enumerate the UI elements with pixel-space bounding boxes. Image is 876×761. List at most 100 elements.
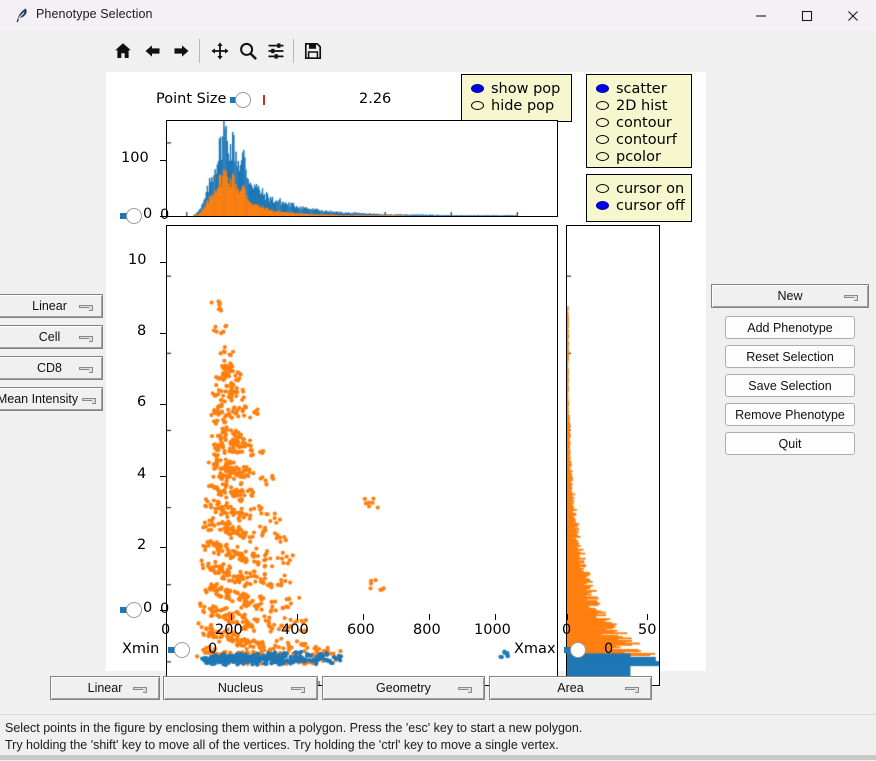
cursor-radio[interactable]: cursor on cursor off [586,174,692,222]
radio-show-pop[interactable]: show pop [462,80,571,97]
radio-label: contourf [616,131,677,148]
radio-label: pcolor [616,148,661,165]
point-size-reset-marker [263,95,265,105]
status-line-1: Select points in the figure by enclosing… [5,721,583,735]
pan-move-icon[interactable] [205,36,235,66]
radio-dot-selected [471,84,484,93]
xtick-400: 400 [281,622,309,638]
feather-icon [14,7,30,24]
top-marginal-histogram[interactable] [166,120,558,217]
xtickmark-1000 [495,614,497,620]
main-ymin-slider[interactable]: 0 [120,601,169,618]
population-visibility-radio[interactable]: show pop hide pop [461,74,572,122]
ytickmark-4 [160,476,166,478]
marker-menu[interactable]: CD8 [0,356,103,380]
compartment-menu[interactable]: Cell [0,325,103,349]
radio-dot [596,184,609,193]
toolbar-separator-1 [199,39,200,63]
xmax-value: 0 [604,641,614,657]
forward-arrow-icon[interactable] [166,36,196,66]
plot-type-radio[interactable]: scatter 2D hist contour contourf pcolor [586,74,692,168]
save-selection-button[interactable]: Save Selection [725,374,855,397]
top-hist-ytick-100: 100 [121,150,149,166]
radio-cursor-on[interactable]: cursor on [587,180,691,197]
radio-dot [596,118,609,127]
point-size-value: 2.26 [359,91,392,107]
application-window: Phenotype Selection Point Size 2.26 show… [0,0,876,761]
right-hist-xtick-50: 50 [638,622,657,638]
configure-subplots-icon[interactable] [261,36,291,66]
dropdown-indicator-icon [625,684,639,693]
back-arrow-icon[interactable] [138,36,168,66]
xmin-slider[interactable]: Xmin 0 [122,641,217,658]
point-size-knob[interactable] [235,92,251,108]
radio-label: show pop [491,80,561,97]
xtick-0: 0 [161,622,171,638]
slider-knob[interactable] [126,602,142,618]
ytickmark-8 [160,333,166,335]
radio-cursor-off[interactable]: cursor off [587,197,691,214]
close-button[interactable] [830,0,876,31]
xmin-value: 0 [208,641,218,657]
main-scatter-axes[interactable] [166,225,558,686]
measure-menu[interactable]: Mean Intensity [0,387,103,411]
slider-knob[interactable] [570,642,586,658]
radio-dot [596,135,609,144]
zoom-magnifier-icon[interactable] [233,36,263,66]
phenotype-select-menu[interactable]: New [711,284,869,308]
dropdown-indicator-icon [79,364,93,373]
xtick-200: 200 [215,622,243,638]
ytick-8: 8 [137,323,147,339]
matplotlib-figure[interactable]: Point Size 2.26 show pop hide pop scatte… [106,72,706,686]
right-histogram-canvas [567,226,659,685]
slider-knob[interactable] [126,208,142,224]
radio-hide-pop[interactable]: hide pop [462,97,571,114]
maximize-button[interactable] [784,0,830,31]
right-marginal-histogram[interactable] [566,225,660,686]
xtickmark-0 [166,614,168,620]
save-floppy-icon[interactable] [298,36,328,66]
reset-selection-button[interactable]: Reset Selection [725,345,855,368]
title-bar: Phenotype Selection [0,0,876,32]
slider-value: 0 [160,601,170,617]
radio-label: cursor on [616,180,685,197]
remove-phenotype-button[interactable]: Remove Phenotype [725,403,855,426]
matplotlib-toolbar: x=386. y=11.00 [0,31,876,91]
slider-value: 0 [160,207,170,223]
top-histogram-canvas [167,121,557,216]
radio-label: cursor off [616,197,685,214]
xtickmark-800 [429,614,431,620]
measure-menu-label: Mean Intensity [0,392,79,406]
xtickmark-400 [297,614,299,620]
radio-contour[interactable]: contour [587,114,691,131]
top-hist-ymin-slider[interactable]: 0 [120,207,169,224]
point-size-slider[interactable]: Point Size 2.26 [156,91,391,108]
radio-scatter[interactable]: scatter [587,80,691,97]
toolbar-separator-2 [293,39,294,63]
minimize-button[interactable] [738,0,784,31]
slider-knob[interactable] [174,642,190,658]
measure-menu-x[interactable]: Area [489,676,652,700]
quit-button[interactable]: Quit [725,432,855,455]
add-phenotype-button[interactable]: Add Phenotype [725,316,855,339]
window-bottom-edge [0,755,876,760]
dropdown-indicator-icon [79,333,93,342]
xmax-slider[interactable]: Xmax 0 [514,641,613,658]
radio-pcolor[interactable]: pcolor [587,148,691,165]
radio-dot [471,101,484,110]
scale-menu[interactable]: Linear [0,294,103,318]
radio-2d-hist[interactable]: 2D hist [587,97,691,114]
radio-contourf[interactable]: contourf [587,131,691,148]
dropdown-indicator-icon [133,684,147,693]
ytick-2: 2 [137,537,147,553]
xtickmark-200 [231,614,233,620]
compartment-menu-x[interactable]: Nucleus [163,676,318,700]
ytickmark-6 [160,404,166,406]
ytickmark-2 [160,547,166,549]
radio-dot-selected [596,84,609,93]
category-menu-x[interactable]: Geometry [322,676,485,700]
scale-menu-x[interactable]: Linear [50,676,160,700]
radio-label: 2D hist [616,97,668,114]
home-icon[interactable] [108,36,138,66]
radio-label: contour [616,114,672,131]
